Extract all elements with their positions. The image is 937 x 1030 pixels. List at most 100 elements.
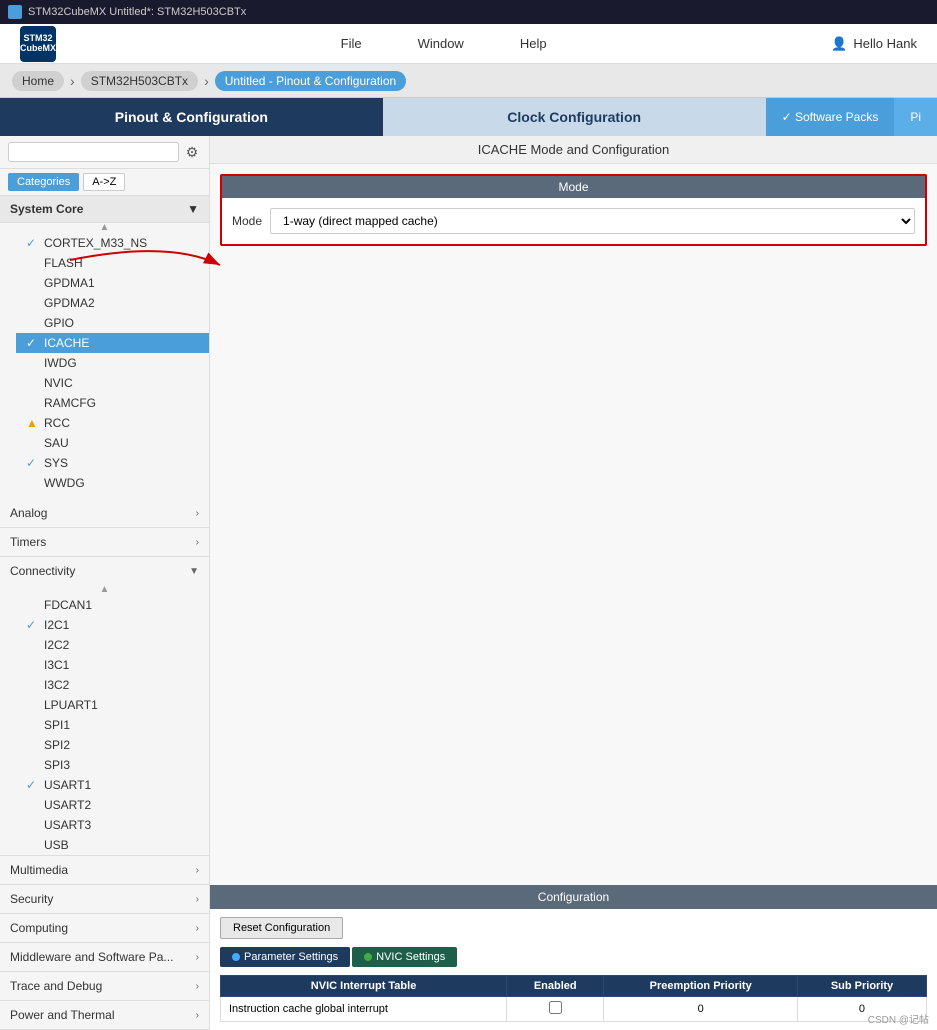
cortex-check-icon: ✓	[26, 236, 40, 250]
sidebar-item-usb[interactable]: ✓ USB	[16, 835, 209, 855]
menu-window[interactable]: Window	[410, 32, 472, 55]
sidebar-item-ramcfg[interactable]: ✓ RAMCFG	[16, 393, 209, 413]
cat-timers-header[interactable]: Timers ›	[0, 528, 209, 556]
cat-middleware: Middleware and Software Pa... ›	[0, 943, 209, 972]
cat-security-header[interactable]: Security ›	[0, 885, 209, 913]
sidebar: ⚙ Categories A->Z System Core ▼ ▲ ✓ CORT…	[0, 136, 210, 1030]
user-section: 👤 Hello Hank	[831, 36, 917, 52]
mode-section: Mode Mode 1-way (direct mapped cache) Di…	[220, 174, 927, 246]
cat-computing: Computing ›	[0, 914, 209, 943]
cat-analog-label: Analog	[10, 506, 47, 520]
breadcrumb-current[interactable]: Untitled - Pinout & Configuration	[215, 71, 406, 91]
menu-file[interactable]: File	[333, 32, 370, 55]
cat-trace-header[interactable]: Trace and Debug ›	[0, 972, 209, 1000]
cat-power-header[interactable]: Power and Thermal ›	[0, 1001, 209, 1029]
cat-connectivity: Connectivity ▼ ▲ ✓ FDCAN1 ✓ I2C1 ✓ I2	[0, 557, 209, 856]
usart1-check-icon: ✓	[26, 778, 40, 792]
i2c1-check-icon: ✓	[26, 618, 40, 632]
user-label: Hello Hank	[853, 36, 917, 51]
reset-config-button[interactable]: Reset Configuration	[220, 917, 343, 939]
sidebar-item-i2c1[interactable]: ✓ I2C1	[16, 615, 209, 635]
tab-az[interactable]: A->Z	[83, 173, 125, 191]
system-core-header[interactable]: System Core ▼	[0, 196, 209, 223]
nvic-row-enabled[interactable]	[507, 997, 604, 1022]
rcc-warn-icon: ▲	[26, 416, 40, 430]
nvic-enabled-checkbox[interactable]	[549, 1001, 562, 1014]
system-core-label: System Core	[10, 202, 83, 216]
sidebar-item-spi2[interactable]: ✓ SPI2	[16, 735, 209, 755]
breadcrumb-device[interactable]: STM32H503CBTx	[81, 71, 198, 91]
sys-label: SYS	[44, 456, 68, 470]
sidebar-item-spi3[interactable]: ✓ SPI3	[16, 755, 209, 775]
sidebar-item-spi1[interactable]: ✓ SPI1	[16, 715, 209, 735]
sidebar-item-lpuart1[interactable]: ✓ LPUART1	[16, 695, 209, 715]
sidebar-item-nvic[interactable]: ✓ NVIC	[16, 373, 209, 393]
mode-select[interactable]: 1-way (direct mapped cache) Disable 2-wa…	[270, 208, 915, 234]
menu-help[interactable]: Help	[512, 32, 555, 55]
sidebar-item-sau[interactable]: ✓ SAU	[16, 433, 209, 453]
cat-multimedia: Multimedia ›	[0, 856, 209, 885]
sidebar-item-i3c1[interactable]: ✓ I3C1	[16, 655, 209, 675]
sidebar-item-cortex[interactable]: ✓ CORTEX_M33_NS	[16, 233, 209, 253]
sidebar-item-usart3[interactable]: ✓ USART3	[16, 815, 209, 835]
spi3-label: SPI3	[44, 758, 70, 772]
sidebar-item-gpdma2[interactable]: ✓ GPDMA2	[16, 293, 209, 313]
nvic-row-name: Instruction cache global interrupt	[221, 997, 507, 1022]
sidebar-item-flash[interactable]: ✓ FLASH	[16, 253, 209, 273]
gear-icon[interactable]: ⚙	[183, 143, 201, 161]
param-settings-tab[interactable]: Parameter Settings	[220, 947, 350, 967]
sidebar-item-rcc[interactable]: ▲ RCC	[16, 413, 209, 433]
cat-multimedia-label: Multimedia	[10, 863, 68, 877]
cat-multimedia-header[interactable]: Multimedia ›	[0, 856, 209, 884]
usart1-label: USART1	[44, 778, 91, 792]
cat-connectivity-header[interactable]: Connectivity ▼	[0, 557, 209, 585]
sidebar-item-usart2[interactable]: ✓ USART2	[16, 795, 209, 815]
sidebar-item-usart1[interactable]: ✓ USART1	[16, 775, 209, 795]
sidebar-item-fdcan1[interactable]: ✓ FDCAN1	[16, 595, 209, 615]
sidebar-item-gpio[interactable]: ✓ GPIO	[16, 313, 209, 333]
content-title: ICACHE Mode and Configuration	[210, 136, 937, 164]
cat-timers-label: Timers	[10, 535, 46, 549]
flash-label: FLASH	[44, 256, 83, 270]
sau-label: SAU	[44, 436, 69, 450]
nvic-settings-tab[interactable]: NVIC Settings	[352, 947, 457, 967]
cat-computing-header[interactable]: Computing ›	[0, 914, 209, 942]
tab-categories[interactable]: Categories	[8, 173, 79, 191]
sidebar-item-gpdma1[interactable]: ✓ GPDMA1	[16, 273, 209, 293]
conn-scroll-indicator: ▲	[0, 585, 209, 595]
sidebar-item-wwdg[interactable]: ✓ WWDG	[16, 473, 209, 493]
gpio-label: GPIO	[44, 316, 74, 330]
cat-timers: Timers ›	[0, 528, 209, 557]
cat-middleware-header[interactable]: Middleware and Software Pa... ›	[0, 943, 209, 971]
config-tabs: Parameter Settings NVIC Settings	[220, 947, 927, 967]
icache-label: ICACHE	[44, 336, 89, 350]
sidebar-item-i3c2[interactable]: ✓ I3C2	[16, 675, 209, 695]
footer-credit: CSDN @记帖	[868, 1011, 929, 1026]
config-body: Reset Configuration Parameter Settings N…	[210, 909, 937, 1030]
content-spacer	[210, 256, 937, 885]
tab-software-packs[interactable]: ✓ Software Packs	[766, 98, 895, 136]
param-tab-dot	[232, 953, 240, 961]
cat-connectivity-chevron: ▼	[189, 566, 199, 577]
breadcrumb-home[interactable]: Home	[12, 71, 64, 91]
nvic-row-preemption: 0	[604, 997, 798, 1022]
lpuart1-label: LPUART1	[44, 698, 98, 712]
search-input[interactable]	[8, 142, 179, 162]
wwdg-label: WWDG	[44, 476, 85, 490]
tab-pinout[interactable]: Pinout & Configuration	[0, 98, 383, 136]
cat-power: Power and Thermal ›	[0, 1001, 209, 1030]
sidebar-item-iwdg[interactable]: ✓ IWDG	[16, 353, 209, 373]
sidebar-item-sys[interactable]: ✓ SYS	[16, 453, 209, 473]
tab-clock[interactable]: Clock Configuration	[383, 98, 766, 136]
rcc-label: RCC	[44, 416, 70, 430]
cat-power-chevron: ›	[196, 1010, 199, 1021]
icache-check-icon: ✓	[26, 336, 40, 350]
sys-check-icon: ✓	[26, 456, 40, 470]
sidebar-item-i2c2[interactable]: ✓ I2C2	[16, 635, 209, 655]
cat-analog: Analog ›	[0, 499, 209, 528]
sidebar-item-icache[interactable]: ✓ ICACHE	[16, 333, 209, 353]
tab-pi[interactable]: Pi	[894, 98, 937, 136]
cat-analog-header[interactable]: Analog ›	[0, 499, 209, 527]
mode-content: Mode 1-way (direct mapped cache) Disable…	[222, 198, 925, 244]
menu-bar: STM32CubeMX File Window Help 👤 Hello Han…	[0, 24, 937, 64]
